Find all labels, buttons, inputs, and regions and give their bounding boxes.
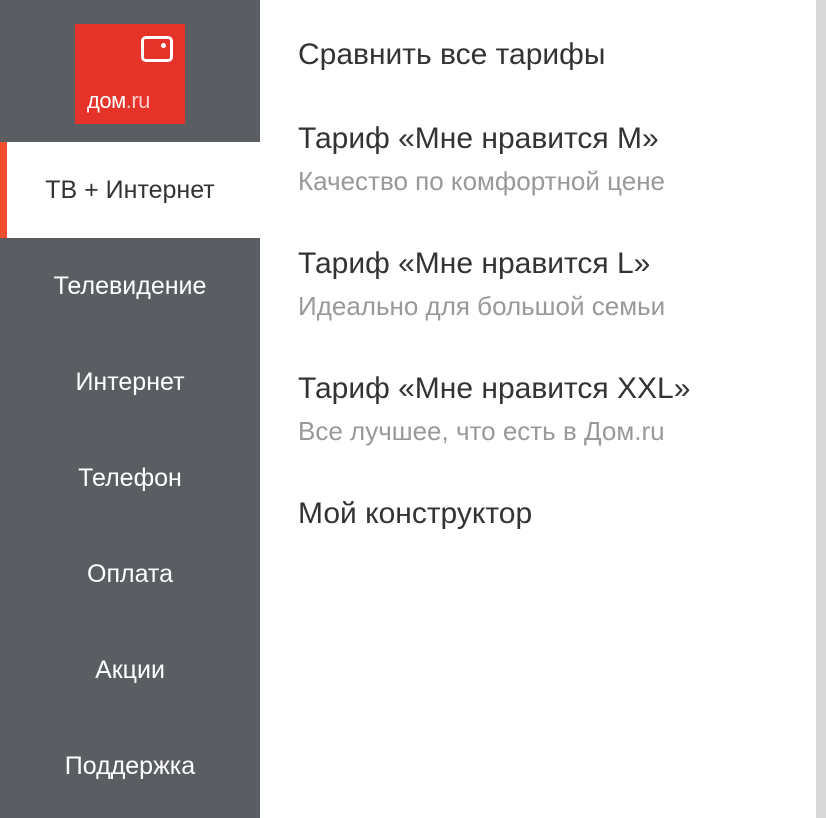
content-item-compare[interactable]: Сравнить все тарифы bbox=[298, 38, 780, 72]
content-item-subtitle: Идеально для большой семьи bbox=[298, 291, 780, 322]
content-item-subtitle: Качество по комфортной цене bbox=[298, 166, 780, 197]
sidebar-item-label: Поддержка bbox=[65, 752, 195, 781]
logo[interactable]: дом.ru bbox=[75, 24, 185, 124]
logo-text-suffix: .ru bbox=[126, 88, 150, 113]
sidebar-nav: ТВ + Интернет Телевидение Интернет Телеф… bbox=[0, 142, 260, 818]
sidebar-item-tv[interactable]: Телевидение bbox=[0, 238, 260, 334]
sidebar-item-support[interactable]: Поддержка bbox=[0, 718, 260, 814]
sidebar-item-label: Интернет bbox=[75, 368, 184, 397]
sidebar-item-label: ТВ + Интернет bbox=[45, 176, 215, 205]
sidebar: дом.ru ТВ + Интернет Телевидение Интерне… bbox=[0, 0, 260, 818]
content-item-constructor[interactable]: Мой конструктор bbox=[298, 497, 780, 531]
sidebar-item-label: Телефон bbox=[78, 464, 182, 493]
sidebar-item-label: Телевидение bbox=[54, 272, 207, 301]
sidebar-item-label: Акции bbox=[95, 656, 165, 685]
sidebar-item-internet[interactable]: Интернет bbox=[0, 334, 260, 430]
sidebar-item-promo[interactable]: Акции bbox=[0, 622, 260, 718]
sidebar-item-phone[interactable]: Телефон bbox=[0, 430, 260, 526]
sidebar-item-label: Оплата bbox=[87, 560, 173, 589]
content-item-subtitle: Все лучшее, что есть в Дом.ru bbox=[298, 416, 780, 447]
content-item-tariff-xxl[interactable]: Тариф «Мне нравится XXL» Все лучшее, что… bbox=[298, 372, 780, 447]
content-item-tariff-m[interactable]: Тариф «Мне нравится M» Качество по комфо… bbox=[298, 122, 780, 197]
content-item-title: Тариф «Мне нравится XXL» bbox=[298, 372, 780, 406]
sidebar-item-tv-internet[interactable]: ТВ + Интернет bbox=[0, 142, 260, 238]
content-item-title: Мой конструктор bbox=[298, 497, 780, 531]
logo-text-main: дом bbox=[87, 88, 126, 113]
logo-container: дом.ru bbox=[0, 0, 260, 142]
content-item-title: Сравнить все тарифы bbox=[298, 38, 780, 72]
content-item-title: Тариф «Мне нравится L» bbox=[298, 247, 780, 281]
sidebar-item-payment[interactable]: Оплата bbox=[0, 526, 260, 622]
content-item-title: Тариф «Мне нравится M» bbox=[298, 122, 780, 156]
logo-tv-icon bbox=[141, 36, 173, 62]
content-panel: Сравнить все тарифы Тариф «Мне нравится … bbox=[260, 0, 816, 818]
right-edge bbox=[816, 0, 826, 818]
content-item-tariff-l[interactable]: Тариф «Мне нравится L» Идеально для боль… bbox=[298, 247, 780, 322]
logo-text: дом.ru bbox=[87, 88, 173, 114]
